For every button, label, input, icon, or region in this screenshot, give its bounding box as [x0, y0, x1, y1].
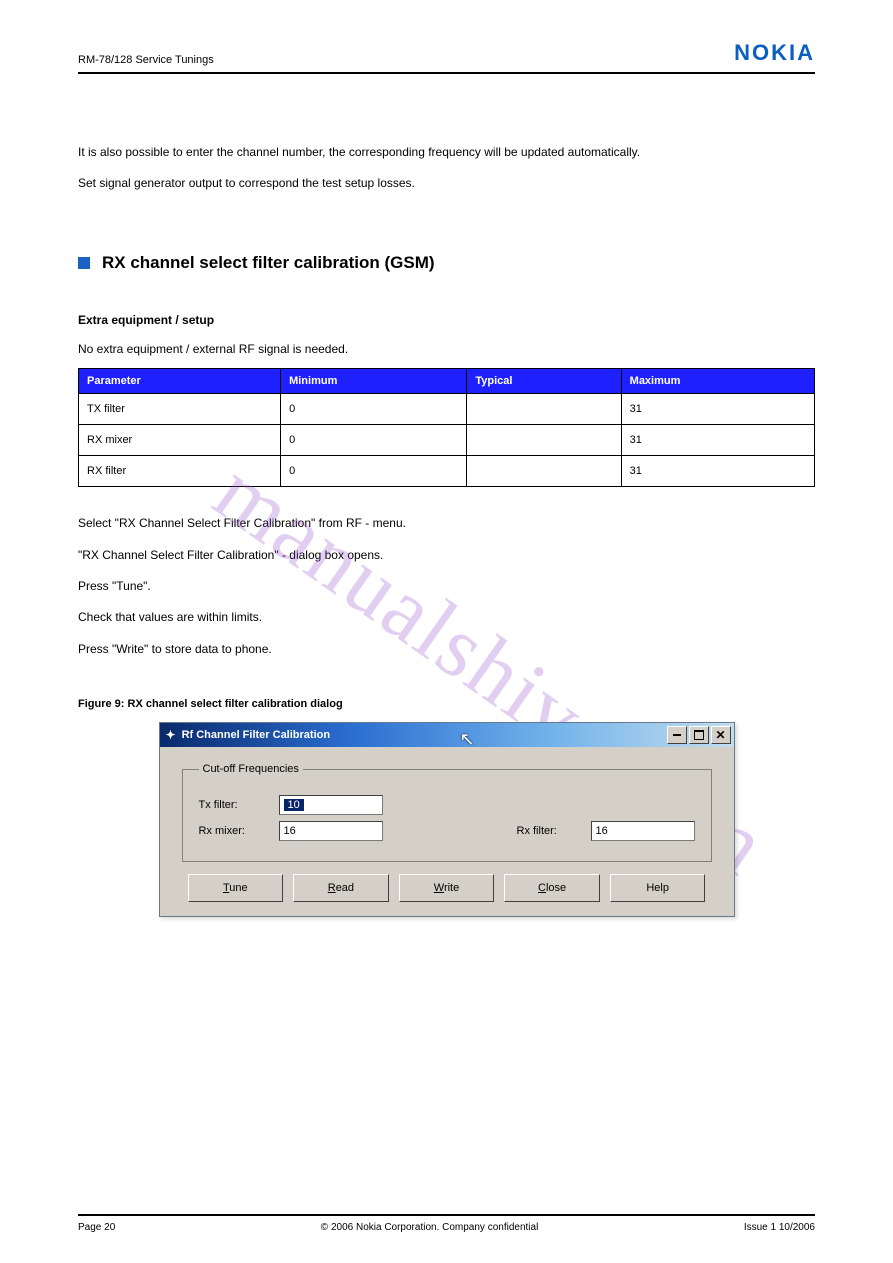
write-button[interactable]: Write	[399, 874, 495, 902]
intro-line-1: It is also possible to enter the channel…	[78, 144, 815, 161]
nokia-logo: NOKIA	[734, 40, 815, 66]
cell: RX filter	[79, 456, 281, 487]
figure-caption: Figure 9: RX channel select filter calib…	[78, 698, 815, 710]
tx-filter-value: 10	[284, 799, 304, 811]
group-legend: Cut-off Frequencies	[199, 763, 303, 775]
tx-filter-field[interactable]: 10	[279, 795, 383, 815]
th-minimum: Minimum	[281, 369, 467, 394]
section-bullet-icon	[78, 257, 90, 269]
cell	[467, 394, 621, 425]
th-parameter: Parameter	[79, 369, 281, 394]
cell: RX mixer	[79, 425, 281, 456]
step-2: "RX Channel Select Filter Calibration" -…	[78, 547, 815, 564]
footer-issue: Issue 1 10/2006	[744, 1222, 815, 1233]
subhead-extra-equipment: Extra equipment / setup	[78, 313, 815, 327]
table-row: RX filter 0 31	[79, 456, 815, 487]
cursor-icon: ↖	[460, 729, 475, 750]
close-button[interactable]: Close	[504, 874, 600, 902]
page-footer: Page 20 © 2006 Nokia Corporation. Compan…	[78, 1214, 815, 1233]
rx-filter-field[interactable]: 16	[591, 821, 695, 841]
help-button[interactable]: Help	[610, 874, 706, 902]
th-typical: Typical	[467, 369, 621, 394]
dialog-title: Rf Channel Filter Calibration	[182, 729, 331, 741]
cell: TX filter	[79, 394, 281, 425]
rx-mixer-label: Rx mixer:	[199, 825, 261, 837]
footer-page: Page 20	[78, 1222, 115, 1233]
cell: 31	[621, 425, 814, 456]
extra-equipment-text: No extra equipment / external RF signal …	[78, 341, 815, 358]
cutoff-freq-group: Cut-off Frequencies Tx filter: 10 Rx mix…	[182, 763, 712, 862]
page-header: RM-78/128 Service Tunings NOKIA	[78, 40, 815, 74]
step-3: Press "Tune".	[78, 578, 815, 595]
close-icon[interactable]: ✕	[711, 726, 731, 744]
rx-mixer-field[interactable]: 16	[279, 821, 383, 841]
rf-channel-filter-dialog: ✦ Rf Channel Filter Calibration ✕ ↖ Cut-…	[159, 722, 735, 917]
minimize-button[interactable]	[667, 726, 687, 744]
th-maximum: Maximum	[621, 369, 814, 394]
maximize-button[interactable]	[689, 726, 709, 744]
step-4: Check that values are within limits.	[78, 609, 815, 626]
cell: 0	[281, 456, 467, 487]
footer-copyright: © 2006 Nokia Corporation. Company confid…	[321, 1222, 539, 1233]
step-1: Select "RX Channel Select Filter Calibra…	[78, 515, 815, 532]
rx-mixer-value: 16	[284, 825, 296, 837]
cell	[467, 425, 621, 456]
rx-filter-value: 16	[596, 825, 608, 837]
cell	[467, 456, 621, 487]
tune-button[interactable]: Tune	[188, 874, 284, 902]
table-row: TX filter 0 31	[79, 394, 815, 425]
tx-filter-label: Tx filter:	[199, 799, 261, 811]
cell: 0	[281, 425, 467, 456]
table-row: RX mixer 0 31	[79, 425, 815, 456]
read-button[interactable]: Read	[293, 874, 389, 902]
cell: 31	[621, 394, 814, 425]
cell: 31	[621, 456, 814, 487]
step-5: Press "Write" to store data to phone.	[78, 641, 815, 658]
header-doc-ref: RM-78/128 Service Tunings	[78, 54, 214, 66]
limits-table: Parameter Minimum Typical Maximum TX fil…	[78, 368, 815, 487]
section-title: RX channel select filter calibration (GS…	[102, 253, 435, 273]
rx-filter-label: Rx filter:	[517, 825, 573, 837]
intro-line-2: Set signal generator output to correspon…	[78, 175, 815, 192]
app-icon: ✦	[166, 729, 176, 741]
cell: 0	[281, 394, 467, 425]
dialog-titlebar[interactable]: ✦ Rf Channel Filter Calibration ✕	[160, 723, 734, 747]
